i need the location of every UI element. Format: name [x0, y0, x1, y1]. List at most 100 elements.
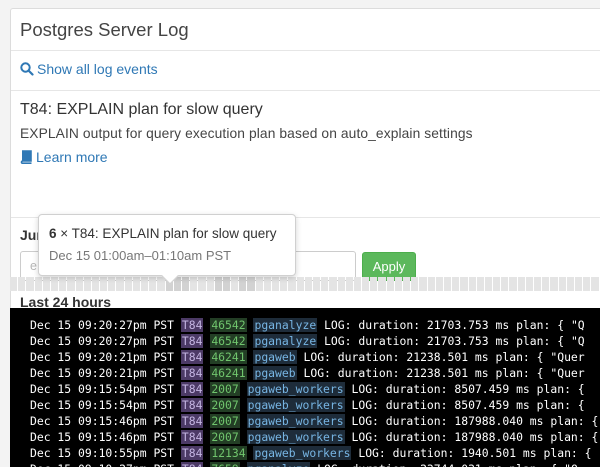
histogram-bin[interactable] [304, 277, 312, 291]
histogram-bin[interactable] [132, 277, 140, 291]
log-pid: 46542 [210, 334, 247, 348]
histogram-bin[interactable] [312, 277, 321, 291]
log-pid: 12134 [210, 446, 247, 460]
histogram-bin[interactable] [460, 277, 468, 291]
histogram-bin[interactable] [124, 277, 132, 291]
histogram-bin[interactable] [272, 277, 280, 291]
histogram-bin[interactable] [83, 277, 91, 291]
histogram-bin[interactable] [476, 277, 484, 291]
histogram-bin[interactable] [419, 277, 427, 291]
histogram-bin[interactable] [247, 277, 255, 291]
histogram-bin[interactable] [566, 277, 574, 291]
histogram-bin[interactable] [108, 277, 116, 291]
log-application: pgaweb_workers [246, 382, 345, 396]
log-message: LOG: duration: 21238.501 ms plan: { "Que… [303, 350, 585, 364]
histogram-bin[interactable] [574, 277, 583, 291]
histogram-bin[interactable] [534, 277, 542, 291]
histogram-bin[interactable] [321, 277, 329, 291]
log-message: LOG: duration: 187988.040 ms plan: { [351, 414, 599, 428]
histogram-bin[interactable] [468, 277, 476, 291]
show-all-log-events-link[interactable]: Show all log events [20, 61, 158, 77]
histogram-bin[interactable] [206, 277, 214, 291]
histogram-bin[interactable] [386, 277, 394, 291]
histogram-bin[interactable] [157, 277, 165, 291]
histogram-bin[interactable] [75, 277, 83, 291]
histogram-bin[interactable] [296, 277, 304, 291]
log-line: Dec 15 09:15:54pm PST T84 2007 pgaweb_wo… [30, 381, 600, 397]
histogram-bin[interactable] [214, 277, 222, 291]
log-application: pganalyze [246, 462, 311, 467]
histogram-bin[interactable] [42, 277, 50, 291]
histogram-bin[interactable] [501, 277, 509, 291]
histogram-bin[interactable] [67, 277, 75, 291]
histogram-bin[interactable] [34, 277, 42, 291]
histogram-bin[interactable] [493, 277, 501, 291]
log-timestamp: Dec 15 09:15:46pm PST [30, 414, 175, 428]
histogram-bin[interactable] [403, 277, 411, 291]
histogram-bin[interactable] [239, 277, 247, 291]
log-application: pganalyze [253, 334, 318, 348]
histogram-bin[interactable] [583, 277, 591, 291]
histogram-bin[interactable] [353, 277, 362, 291]
log-pid: 2007 [210, 382, 240, 396]
histogram-bin[interactable] [280, 277, 288, 291]
log-line: Dec 15 09:20:27pm PST T84 46542 pganalyz… [30, 333, 600, 349]
log-console: Dec 15 09:20:27pm PST T84 46542 pganalyz… [10, 308, 600, 467]
histogram-bin[interactable] [452, 277, 460, 291]
log-line: Dec 15 09:15:46pm PST T84 2007 pgaweb_wo… [30, 429, 600, 445]
histogram-bin[interactable] [198, 277, 206, 291]
histogram-bin[interactable] [59, 277, 67, 291]
histogram-bin[interactable] [26, 277, 34, 291]
histogram-bin[interactable] [181, 277, 190, 291]
histogram-bin[interactable] [591, 277, 599, 291]
histogram-bin[interactable] [222, 277, 231, 291]
log-pid: 46241 [210, 350, 247, 364]
histogram-bin[interactable] [558, 277, 566, 291]
histogram-bin[interactable] [255, 277, 263, 291]
log-pid: 46542 [210, 318, 247, 332]
histogram-bin[interactable] [370, 277, 378, 291]
histogram-bin[interactable] [427, 277, 435, 291]
histogram-bin[interactable] [18, 277, 26, 291]
log-application: pgaweb_workers [253, 446, 352, 460]
histogram-bin[interactable] [100, 277, 108, 291]
histogram-bin[interactable] [525, 277, 533, 291]
histogram-bin[interactable] [362, 277, 370, 291]
log-pid: 7659 [210, 462, 240, 467]
histogram-bin[interactable] [443, 277, 452, 291]
histogram-bin[interactable] [149, 277, 157, 291]
histogram-bin[interactable] [190, 277, 198, 291]
log-message: LOG: duration: 8507.459 ms plan: { [351, 398, 585, 412]
log-timestamp: Dec 15 09:10:27pm PST [30, 462, 174, 467]
log-line: Dec 15 09:20:21pm PST T84 46241 pgaweb L… [30, 349, 600, 365]
histogram-bin[interactable] [50, 277, 59, 291]
histogram-bin[interactable] [517, 277, 525, 291]
histogram-bin[interactable] [484, 277, 493, 291]
histogram-bin[interactable] [91, 277, 100, 291]
histogram-bin[interactable] [542, 277, 550, 291]
histogram-bin[interactable] [329, 277, 337, 291]
histogram-tooltip: 6 × T84: EXPLAIN plan for slow query Dec… [38, 214, 296, 285]
log-timestamp: Dec 15 09:15:54pm PST [30, 398, 175, 412]
log-timestamp: Dec 15 09:20:27pm PST [30, 318, 175, 332]
event-histogram [10, 277, 600, 291]
log-pid: 2007 [210, 430, 240, 444]
histogram-bin[interactable] [550, 277, 558, 291]
histogram-bin[interactable] [435, 277, 443, 291]
histogram-bin[interactable] [263, 277, 271, 291]
histogram-bin[interactable] [509, 277, 517, 291]
histogram-bin[interactable] [231, 277, 239, 291]
histogram-bin[interactable] [378, 277, 386, 291]
histogram-bin[interactable] [10, 277, 18, 291]
log-application: pgaweb_workers [246, 414, 345, 428]
log-classification-code: T84 [180, 414, 204, 428]
histogram-bin[interactable] [345, 277, 353, 291]
histogram-bin[interactable] [116, 277, 124, 291]
histogram-bin[interactable] [411, 277, 419, 291]
learn-more-link[interactable]: Learn more [20, 149, 108, 165]
histogram-bin[interactable] [337, 277, 345, 291]
histogram-bin[interactable] [394, 277, 402, 291]
histogram-bin[interactable] [141, 277, 149, 291]
log-application: pganalyze [253, 318, 318, 332]
histogram-bin[interactable] [288, 277, 296, 291]
